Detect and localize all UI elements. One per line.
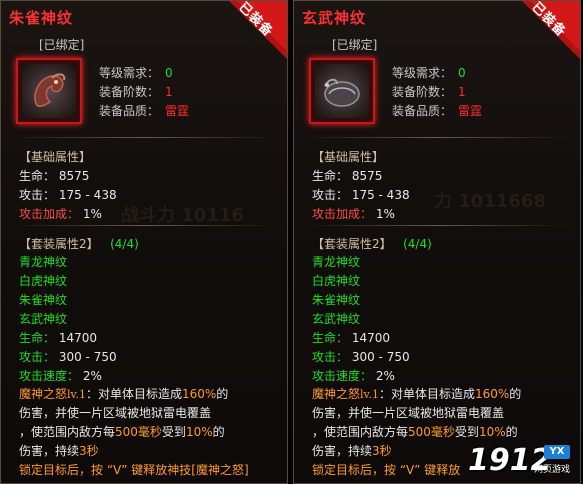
black-tortoise-rune-icon[interactable] [309, 58, 375, 124]
set-item: 玄武神纹 [19, 312, 68, 326]
bound-status: [已绑定] [332, 38, 378, 52]
equipped-badge: 已装备 [520, 1, 580, 61]
set-item: 白虎神纹 [19, 274, 68, 288]
level-requirement: 等级需求： 0 [392, 66, 466, 80]
skill-description-line: 伤害，持续3秒 [19, 444, 99, 458]
base-attack: 攻击： 175 - 438 [19, 188, 117, 202]
equipped-badge: 已装备 [227, 1, 287, 61]
base-hp: 生命： 8575 [312, 169, 383, 183]
skill-hotkey-hint: 锁定目标后，按 “V” 键释放 [312, 463, 461, 477]
set-attack: 攻击： 300 - 750 [312, 350, 410, 364]
set-item: 朱雀神纹 [312, 293, 361, 307]
skill-description-line: ，使范围内敌方每500毫秒受到10%的 [19, 425, 225, 439]
equipment-tier: 装备阶数： 1 [392, 85, 466, 99]
skill-description-line: 伤害，并使一片区域被地狱雷电覆盖 [312, 406, 505, 420]
divider [9, 225, 279, 226]
attack-bonus: 攻击加成： 1% [19, 207, 102, 221]
item-tooltip-vermilion-bird: 战斗力 10116 朱雀神纹 [已绑定] 已装备 等级需求： 0 装备阶数： 1 装… [0, 0, 288, 484]
skill-hotkey-hint: 锁定目标后，按 “V” 键释放神技[魔神之怒] [19, 463, 249, 477]
base-hp: 生命： 8575 [19, 169, 90, 183]
set-item: 朱雀神纹 [19, 293, 68, 307]
bound-status: [已绑定] [39, 38, 85, 52]
equipment-quality: 装备品质： 雷霆 [99, 104, 190, 118]
divider [302, 225, 572, 226]
set-attributes-header: 【套装属性2】 (4/4) [312, 237, 432, 251]
divider [302, 137, 572, 138]
set-hp: 生命： 14700 [19, 331, 98, 345]
vermilion-bird-rune-icon[interactable] [16, 58, 82, 124]
equipment-quality: 装备品质： 雷霆 [392, 104, 483, 118]
set-item: 青龙神纹 [19, 255, 68, 269]
item-title: 朱雀神纹 [9, 9, 74, 27]
skill-description-line: 魔神之怒lv.1：对单体目标造成160%的 [19, 387, 229, 401]
item-tooltip-black-tortoise: 力 1011668 玄武神纹 [已绑定] 已装备 等级需求： 0 装备阶数： 1 装… [293, 0, 581, 484]
equipment-tier: 装备阶数： 1 [99, 85, 173, 99]
item-title: 玄武神纹 [302, 9, 367, 27]
skill-description-line: 伤害，并使一片区域被地狱雷电覆盖 [19, 406, 212, 420]
background-power-ghost: 力 1011668 [434, 191, 546, 212]
site-watermark-logo: 1912 YX 网页游戏 [468, 443, 570, 478]
background-power-ghost: 战斗力 10116 [121, 205, 244, 226]
set-attack-speed: 攻击速度： 2% [312, 369, 395, 383]
base-attributes-header: 【基础属性】 [312, 150, 385, 164]
set-attributes-header: 【套装属性2】 (4/4) [19, 237, 139, 251]
set-item: 白虎神纹 [312, 274, 361, 288]
set-attack: 攻击： 300 - 750 [19, 350, 117, 364]
divider [9, 137, 279, 138]
base-attack: 攻击： 175 - 438 [312, 188, 410, 202]
level-requirement: 等级需求： 0 [99, 66, 173, 80]
skill-description-line: ，使范围内敌方每500毫秒受到10%的 [312, 425, 518, 439]
set-hp: 生命： 14700 [312, 331, 391, 345]
set-item: 玄武神纹 [312, 312, 361, 326]
set-item: 青龙神纹 [312, 255, 361, 269]
skill-description-line: 伤害，持续3秒 [312, 444, 392, 458]
set-attack-speed: 攻击速度： 2% [19, 369, 102, 383]
base-attributes-header: 【基础属性】 [19, 150, 92, 164]
skill-description-line: 魔神之怒lv.1：对单体目标造成160%的 [312, 387, 522, 401]
attack-bonus: 攻击加成： 1% [312, 207, 395, 221]
